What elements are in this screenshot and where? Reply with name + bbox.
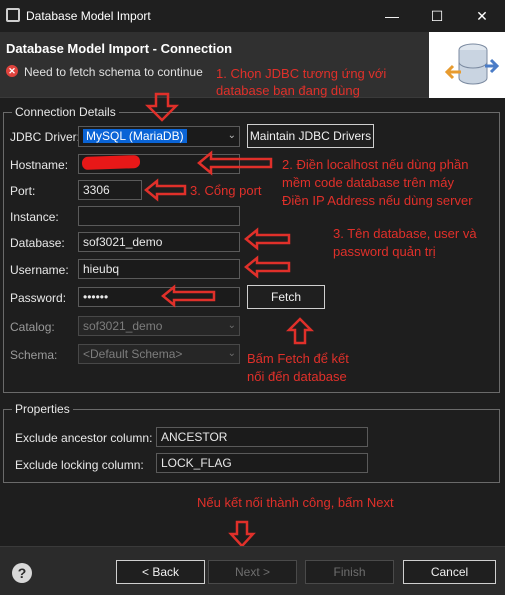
exclude-locking-label: Exclude locking column: <box>15 458 144 472</box>
left-arrow-annotation <box>144 178 187 202</box>
username-label: Username: <box>10 263 69 277</box>
port-input[interactable]: 3306 <box>78 180 142 200</box>
cancel-button[interactable]: Cancel <box>403 560 496 584</box>
jdbc-driver-label: JDBC Driver: <box>10 130 81 144</box>
left-arrow-annotation <box>161 284 216 308</box>
instance-input[interactable] <box>78 206 240 226</box>
database-input[interactable]: sof3021_demo <box>78 232 240 252</box>
properties-legend: Properties <box>12 402 73 416</box>
finish-button[interactable]: Finish <box>305 560 394 584</box>
annotation-4-line2: password quản trị <box>333 244 436 259</box>
annotation-1-line1: 1. Chọn JDBC tương ứng với <box>216 66 387 81</box>
window-title: Database Model Import <box>26 9 151 23</box>
page-title: Database Model Import - Connection <box>6 41 233 56</box>
annotation-5-line1: Bấm Fetch để kết <box>247 351 349 366</box>
fetch-button[interactable]: Fetch <box>247 285 325 309</box>
chevron-down-icon: ⌄ <box>227 320 236 331</box>
schema-select[interactable]: <Default Schema> ⌄ <box>78 344 240 364</box>
left-arrow-annotation <box>244 255 291 279</box>
title-bar: Database Model Import — ☐ ✕ <box>0 0 505 32</box>
database-label: Database: <box>10 236 65 250</box>
exclude-locking-input[interactable]: LOCK_FLAG <box>156 453 368 473</box>
maintain-jdbc-drivers-button[interactable]: Maintain JDBC Drivers <box>247 124 374 148</box>
chevron-down-icon: ⌄ <box>227 130 236 141</box>
exclude-ancestor-input[interactable]: ANCESTOR <box>156 427 368 447</box>
help-icon[interactable]: ? <box>12 563 32 583</box>
password-label: Password: <box>10 291 67 305</box>
annotation-2-line2: mềm code database trên máy <box>282 175 454 190</box>
minimize-icon[interactable]: — <box>380 6 404 26</box>
annotation-4-line1: 3. Tên database, user và <box>333 226 477 241</box>
annotation-6: Nếu kết nối thành công, bấm Next <box>197 495 394 510</box>
annotation-3: 3. Cổng port <box>190 183 262 198</box>
instance-label: Instance: <box>10 210 59 224</box>
down-arrow-annotation <box>145 92 179 122</box>
schema-value: <Default Schema> <box>83 347 183 361</box>
annotation-2-line1: 2. Điền localhost nếu dùng phần <box>282 157 469 172</box>
username-input[interactable]: hieubq <box>78 259 240 279</box>
redaction-mark <box>81 154 141 171</box>
catalog-label: Catalog: <box>10 320 55 334</box>
back-button[interactable]: < Back <box>116 560 205 584</box>
app-icon <box>6 8 20 22</box>
maximize-icon[interactable]: ☐ <box>425 6 449 26</box>
annotation-2-line3: Điền IP Address nếu dùng server <box>282 193 473 208</box>
port-label: Port: <box>10 184 36 198</box>
wizard-banner <box>429 32 505 98</box>
close-icon[interactable]: ✕ <box>470 6 494 26</box>
next-button[interactable]: Next > <box>208 560 297 584</box>
catalog-select[interactable]: sof3021_demo ⌄ <box>78 316 240 336</box>
error-icon: ✕ <box>6 65 18 77</box>
wizard-footer: ? < Back Next > Finish Cancel <box>0 546 505 595</box>
annotation-5-line2: nối đến database <box>247 369 347 384</box>
error-message: Need to fetch schema to continue <box>24 65 203 79</box>
exclude-ancestor-label: Exclude ancestor column: <box>15 431 153 445</box>
database-import-icon <box>444 43 500 85</box>
chevron-down-icon: ⌄ <box>227 348 236 359</box>
jdbc-driver-value: MySQL (MariaDB) <box>83 129 187 143</box>
left-arrow-annotation <box>197 150 273 176</box>
hostname-label: Hostname: <box>10 158 69 172</box>
left-arrow-annotation <box>244 227 291 251</box>
up-arrow-annotation <box>286 317 314 345</box>
schema-label: Schema: <box>10 348 58 362</box>
catalog-value: sof3021_demo <box>83 319 163 333</box>
annotation-1-line2: database bạn đang dùng <box>216 83 360 98</box>
connection-details-legend: Connection Details <box>12 105 119 119</box>
jdbc-driver-select[interactable]: MySQL (MariaDB) ⌄ <box>78 126 240 147</box>
